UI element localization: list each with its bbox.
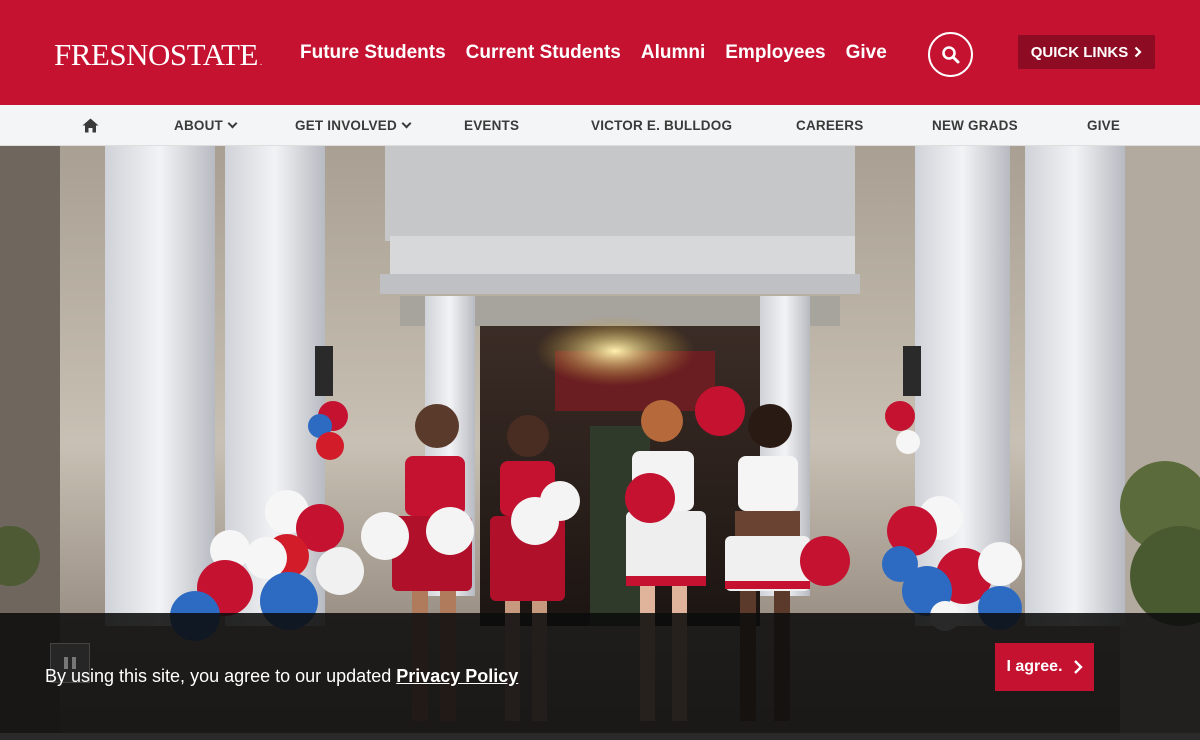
chevron-right-icon xyxy=(1134,46,1142,58)
subnav-give[interactable]: GIVE xyxy=(1087,105,1120,146)
search-icon xyxy=(941,45,959,63)
nav-future-students[interactable]: Future Students xyxy=(300,42,446,64)
main-nav: Future Students Current Students Alumni … xyxy=(300,42,887,64)
home-link[interactable] xyxy=(82,105,99,146)
subnav-careers[interactable]: CAREERS xyxy=(796,105,863,146)
fresno-state-logo[interactable]: FRESNOSTATE . xyxy=(54,37,262,73)
chevron-down-icon xyxy=(401,118,412,129)
chevron-right-icon xyxy=(1073,660,1083,674)
home-icon xyxy=(82,118,99,133)
subnav-victor-e-bulldog[interactable]: VICTOR E. BULLDOG xyxy=(591,105,732,146)
nav-give[interactable]: Give xyxy=(846,42,887,64)
search-button[interactable] xyxy=(928,32,973,77)
subnav-new-grads[interactable]: NEW GRADS xyxy=(932,105,1018,146)
secondary-nav: ABOUT GET INVOLVED EVENTS VICTOR E. BULL… xyxy=(0,105,1200,146)
cookie-message: By using this site, you agree to our upd… xyxy=(45,666,518,687)
nav-employees[interactable]: Employees xyxy=(725,42,825,64)
cookie-banner: By using this site, you agree to our upd… xyxy=(0,613,1200,733)
logo-text: FRESNOSTATE xyxy=(54,37,258,72)
subnav-get-involved-label: GET INVOLVED xyxy=(295,118,397,133)
subnav-events[interactable]: EVENTS xyxy=(464,105,519,146)
site-header: FRESNOSTATE . Future Students Current St… xyxy=(0,0,1200,105)
agree-button[interactable]: I agree. xyxy=(995,643,1094,691)
agree-label: I agree. xyxy=(1006,658,1063,675)
subnav-get-involved[interactable]: GET INVOLVED xyxy=(295,105,412,146)
nav-current-students[interactable]: Current Students xyxy=(466,42,621,64)
bottom-strip xyxy=(0,733,1200,740)
chevron-down-icon xyxy=(227,118,238,129)
subnav-about[interactable]: ABOUT xyxy=(174,105,238,146)
nav-alumni[interactable]: Alumni xyxy=(641,42,705,64)
subnav-about-label: ABOUT xyxy=(174,118,223,133)
privacy-policy-link[interactable]: Privacy Policy xyxy=(396,666,518,686)
cookie-text: By using this site, you agree to our upd… xyxy=(45,666,397,686)
logo-registered-mark: . xyxy=(259,57,262,67)
quick-links-button[interactable]: QUICK LINKS xyxy=(1018,35,1155,69)
quick-links-label: QUICK LINKS xyxy=(1030,43,1129,61)
